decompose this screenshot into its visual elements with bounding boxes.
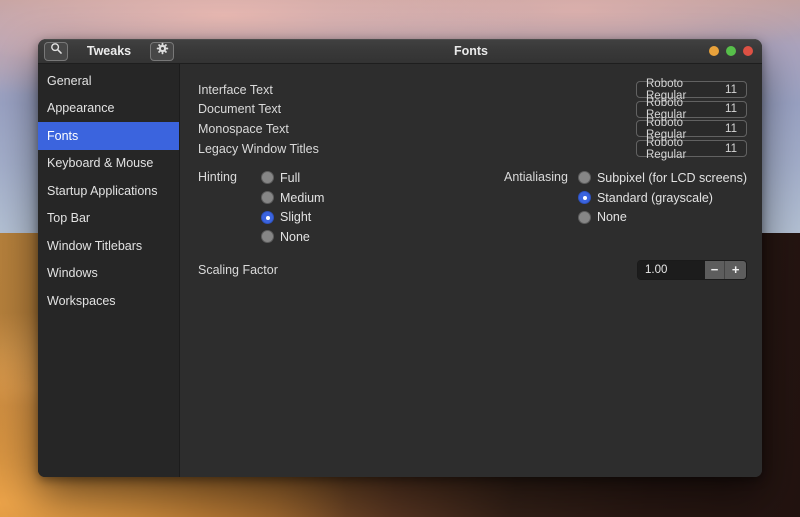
fonts-page: Interface Text Roboto Regular 11 Documen… — [180, 64, 762, 477]
font-row-label: Monospace Text — [198, 122, 289, 136]
font-row-label: Document Text — [198, 102, 281, 116]
sidebar-item-keyboard-mouse[interactable]: Keyboard & Mouse — [38, 150, 179, 178]
app-title: Tweaks — [87, 44, 131, 58]
headerbar-main-section: Fonts — [180, 39, 762, 63]
radio-option-label: None — [280, 230, 310, 244]
sidebar-item-window-titlebars[interactable]: Window Titlebars — [38, 232, 179, 260]
legacy-titles-font-button[interactable]: Roboto Regular 11 — [636, 140, 747, 157]
font-size: 11 — [725, 103, 737, 115]
font-size: 11 — [725, 123, 737, 135]
sidebar-item-workspaces[interactable]: Workspaces — [38, 287, 179, 315]
font-row-legacy-window-titles: Legacy Window Titles Roboto Regular 11 — [198, 139, 747, 159]
hinting-option-full[interactable]: Full — [261, 168, 324, 188]
window-controls — [709, 39, 753, 63]
font-row-label: Legacy Window Titles — [198, 142, 319, 156]
sidebar-item-startup-applications[interactable]: Startup Applications — [38, 177, 179, 205]
document-font-button[interactable]: Roboto Regular 11 — [636, 101, 747, 118]
scaling-factor-row: Scaling Factor 1.00 − + — [198, 259, 747, 280]
radio-option-label: Standard (grayscale) — [597, 191, 713, 205]
scaling-factor-value-field[interactable]: 1.00 — [638, 261, 705, 279]
sidebar-item-fonts[interactable]: Fonts — [38, 122, 179, 150]
antialiasing-option-standard[interactable]: Standard (grayscale) — [578, 188, 747, 208]
radio-icon — [578, 211, 591, 224]
scaling-factor-label: Scaling Factor — [198, 263, 278, 277]
hinting-radio-group: Full Medium Slight None — [261, 168, 324, 247]
font-row-label: Interface Text — [198, 83, 273, 97]
sidebar-item-appearance[interactable]: Appearance — [38, 95, 179, 123]
sidebar-item-top-bar[interactable]: Top Bar — [38, 205, 179, 233]
gear-icon — [156, 42, 169, 60]
monospace-font-button[interactable]: Roboto Regular 11 — [636, 120, 747, 137]
sidebar: General Appearance Fonts Keyboard & Mous… — [38, 64, 180, 477]
minimize-traffic-light[interactable] — [709, 46, 719, 56]
antialiasing-option-subpixel[interactable]: Subpixel (for LCD screens) — [578, 168, 747, 188]
font-settings-list: Interface Text Roboto Regular 11 Documen… — [198, 80, 747, 158]
radio-selected-icon — [578, 191, 591, 204]
radio-option-label: None — [597, 210, 627, 224]
close-traffic-light[interactable] — [743, 46, 753, 56]
sidebar-item-general[interactable]: General — [38, 67, 179, 95]
minus-icon: − — [711, 262, 719, 277]
page-title: Fonts — [454, 44, 488, 58]
plus-icon: + — [732, 262, 740, 277]
font-name: Roboto Regular — [646, 137, 725, 161]
scaling-increase-button[interactable]: + — [725, 261, 746, 279]
hinting-option-none[interactable]: None — [261, 227, 324, 247]
radio-icon — [261, 171, 274, 184]
menu-button[interactable] — [150, 42, 174, 61]
headerbar: Tweaks Fonts — [38, 39, 762, 64]
maximize-traffic-light[interactable] — [726, 46, 736, 56]
hinting-option-medium[interactable]: Medium — [261, 188, 324, 208]
radio-option-label: Full — [280, 171, 300, 185]
font-size: 11 — [725, 143, 737, 155]
window-body: General Appearance Fonts Keyboard & Mous… — [38, 64, 762, 477]
antialiasing-option-none[interactable]: None — [578, 207, 747, 227]
radio-option-label: Subpixel (for LCD screens) — [597, 171, 747, 185]
search-button[interactable] — [44, 42, 68, 61]
radio-selected-icon — [261, 211, 274, 224]
antialiasing-radio-group: Subpixel (for LCD screens) Standard (gra… — [578, 168, 747, 247]
radio-option-label: Medium — [280, 191, 324, 205]
hinting-group: Hinting Full Medium Slight — [198, 168, 324, 247]
interface-font-button[interactable]: Roboto Regular 11 — [636, 81, 747, 98]
hinting-option-slight[interactable]: Slight — [261, 207, 324, 227]
font-size: 11 — [725, 84, 737, 96]
scaling-decrease-button[interactable]: − — [705, 261, 726, 279]
rendering-options: Hinting Full Medium Slight — [198, 168, 747, 247]
headerbar-sidebar-section: Tweaks — [38, 39, 180, 63]
radio-icon — [261, 191, 274, 204]
tweaks-window: Tweaks Fonts — [38, 39, 762, 477]
scaling-factor-spinner: 1.00 − + — [637, 260, 747, 280]
sidebar-item-windows[interactable]: Windows — [38, 260, 179, 288]
search-icon — [50, 42, 63, 60]
radio-icon — [261, 230, 274, 243]
antialiasing-label: Antialiasing — [504, 168, 568, 247]
antialiasing-group: Antialiasing Subpixel (for LCD screens) … — [504, 168, 747, 247]
radio-icon — [578, 171, 591, 184]
hinting-label: Hinting — [198, 168, 243, 247]
radio-option-label: Slight — [280, 210, 311, 224]
